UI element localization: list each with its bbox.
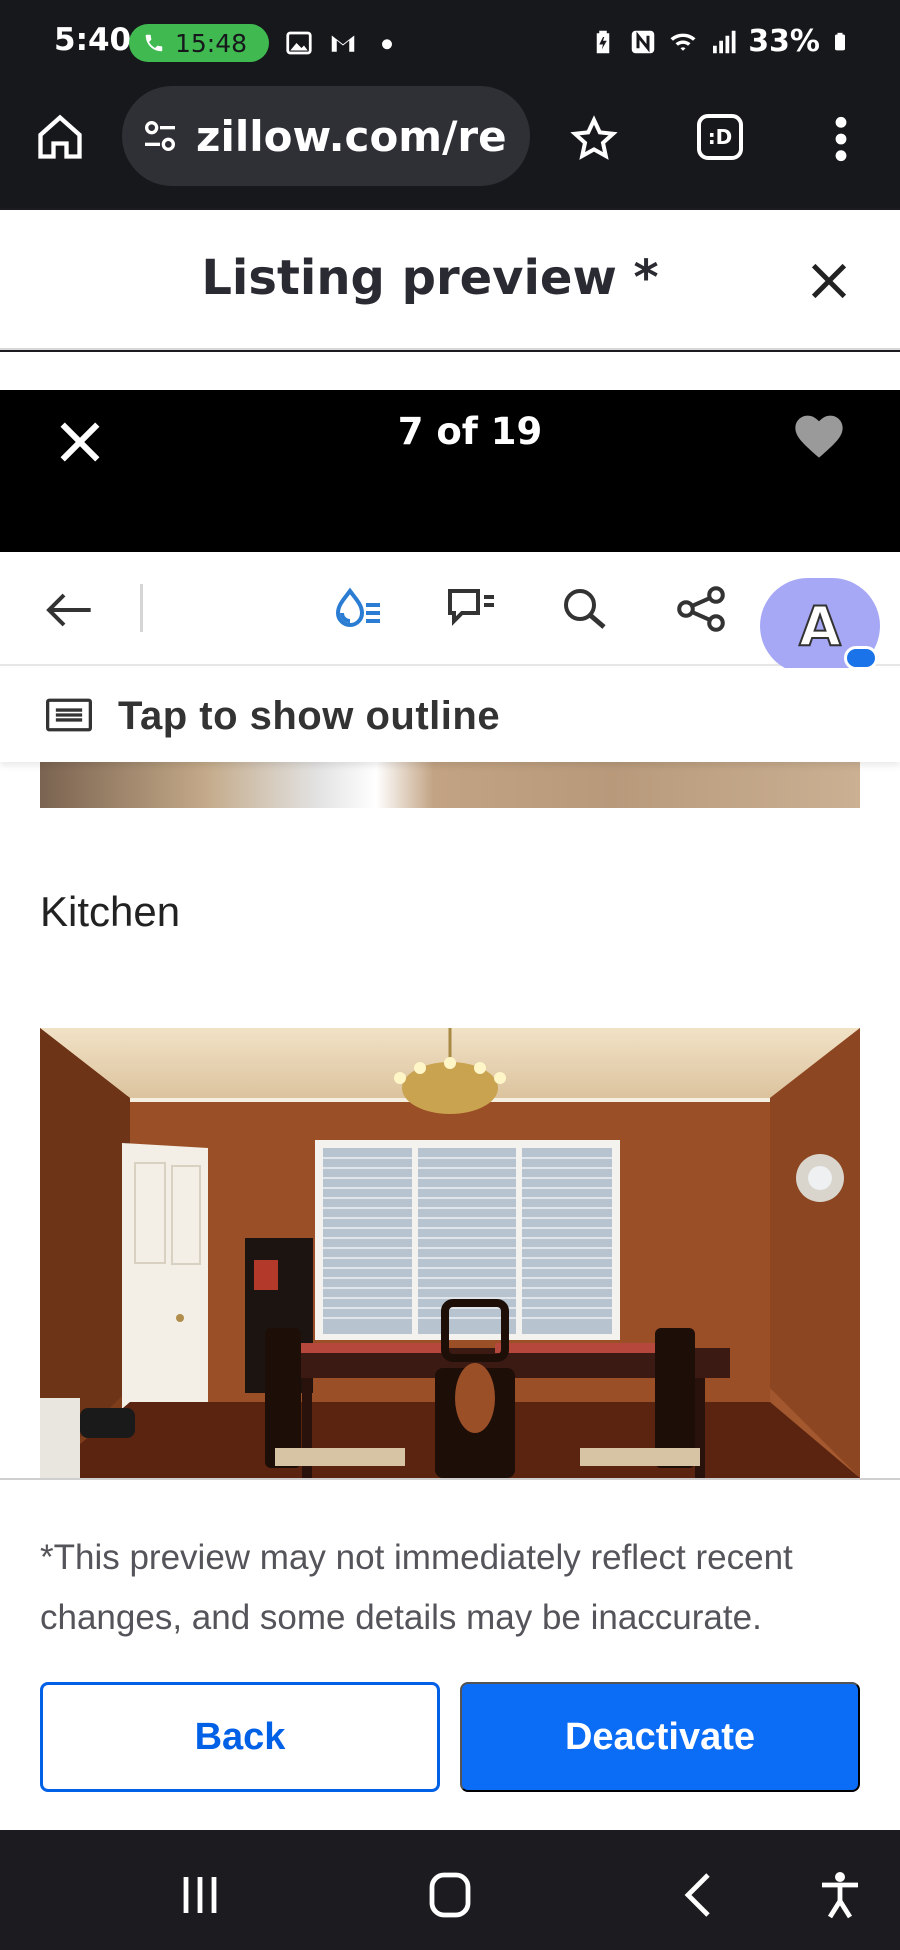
preview-footer: *This preview may not immediately reflec… <box>0 1478 900 1830</box>
battery-saver-icon <box>596 30 610 53</box>
comment-icon <box>448 589 494 626</box>
outline-bar: Tap to show outline <box>0 668 900 762</box>
chat-badge-icon <box>844 646 878 670</box>
tabs-button[interactable]: :D <box>697 114 743 160</box>
accessibility-icon[interactable] <box>810 1870 870 1920</box>
dining-room-illustration <box>40 1028 860 1478</box>
toolbar-divider <box>140 584 143 632</box>
photo-gallery: 7 of 19 A Tap to show outline Kitchen <box>0 352 900 1478</box>
outline-icon <box>46 698 92 732</box>
wifi-icon <box>670 33 696 51</box>
nfc-icon <box>631 30 655 53</box>
back-arrow-icon <box>46 593 91 627</box>
gallery-icon <box>286 31 312 55</box>
url-text: zillow.com/re <box>196 111 507 161</box>
more-vert-icon[interactable] <box>822 114 860 164</box>
previous-room-photo <box>40 762 860 808</box>
status-bar: 5:40 15:48 33% <box>0 0 900 86</box>
immersive-reader-icon <box>335 587 380 627</box>
reader-toolbar: A <box>0 552 900 674</box>
site-settings-icon[interactable] <box>140 116 180 156</box>
call-timer: 15:48 <box>175 28 248 58</box>
home-nav-icon[interactable] <box>420 1870 480 1920</box>
photo-counter: 7 of 19 <box>397 410 543 453</box>
back-button[interactable]: Back <box>40 1682 440 1792</box>
signal-icon <box>713 30 736 53</box>
phone-icon <box>145 34 163 52</box>
preview-header: Listing preview * <box>0 210 900 350</box>
gallery-header: 7 of 19 <box>0 390 900 552</box>
dot-icon <box>382 39 392 50</box>
avatar: A <box>760 578 880 674</box>
address-bar[interactable]: zillow.com/re <box>122 86 530 186</box>
battery-icon <box>835 32 845 50</box>
gmail-icon <box>331 35 355 52</box>
browser-toolbar: zillow.com/re :D <box>0 86 900 208</box>
gallery-photo[interactable]: A Tap to show outline Kitchen <box>0 552 900 1478</box>
disclaimer-text: *This preview may not immediately reflec… <box>40 1538 793 1637</box>
close-icon[interactable] <box>806 258 852 304</box>
outline-label: Tap to show outline <box>118 694 501 738</box>
status-time: 5:40 <box>54 22 132 58</box>
share-icon <box>677 586 725 632</box>
home-icon[interactable] <box>34 111 86 163</box>
deactivate-button[interactable]: Deactivate <box>460 1682 860 1792</box>
back-nav-icon[interactable] <box>670 1870 730 1920</box>
room-heading: Kitchen <box>40 888 181 935</box>
heart-icon[interactable] <box>790 408 848 460</box>
bookmark-star-icon[interactable] <box>570 115 618 163</box>
dining-room-photo <box>40 1028 860 1478</box>
call-indicator[interactable]: 15:48 <box>129 24 269 62</box>
system-nav-bar <box>0 1830 900 1950</box>
page-title: Listing preview * <box>201 250 659 306</box>
battery-percent: 33% <box>748 24 820 59</box>
search-icon <box>564 589 606 629</box>
tabs-badge: :D <box>707 125 733 149</box>
avatar-letter: A <box>798 594 842 659</box>
recent-apps-icon[interactable] <box>170 1870 230 1920</box>
